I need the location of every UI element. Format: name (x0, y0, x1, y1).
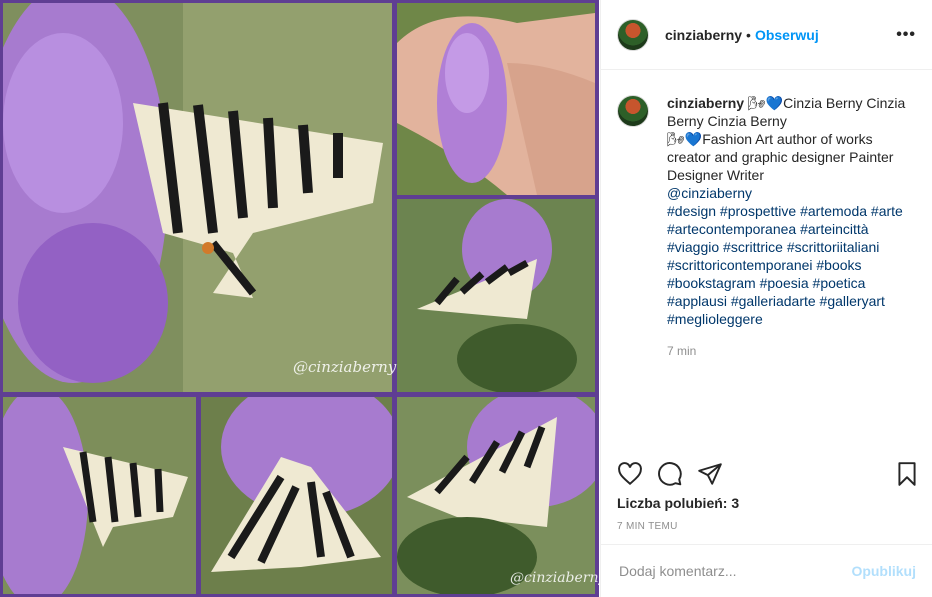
hashtag-line[interactable]: #artecontemporanea #arteincittà (667, 220, 919, 238)
comment-icon[interactable] (657, 461, 683, 487)
photo-lilac-in-hand (397, 3, 595, 195)
hashtag-line[interactable]: #applausi #galleriadarte #galleryart (667, 292, 919, 310)
caption-text-line: Designer Writer (667, 167, 764, 183)
hashtag-line[interactable]: #scrittoricontemporanei #books (667, 256, 919, 274)
bookmark-icon[interactable] (894, 461, 920, 487)
post-image[interactable]: @cinziaberny @cinziaberny (0, 0, 599, 597)
likes-count[interactable]: Liczba polubień: 3 (617, 495, 739, 511)
share-icon[interactable] (697, 461, 723, 487)
separator-dot: • (746, 26, 751, 43)
heart-icon[interactable] (617, 461, 643, 487)
follow-button[interactable]: Obserwuj (755, 27, 819, 43)
username-link[interactable]: cinziaberny (665, 27, 742, 43)
post-side-panel: cinziaberny • Obserwuj ••• cinziaberny 🌬… (600, 0, 932, 597)
avatar[interactable] (617, 95, 649, 127)
watermark: @cinziaberny (510, 570, 599, 586)
post-header: cinziaberny • Obserwuj ••• (601, 0, 932, 70)
post-timestamp: 7 MIN TEMU (617, 521, 678, 532)
photo-butterfly-top (201, 397, 392, 594)
comment-input[interactable] (617, 562, 852, 580)
caption-time: 7 min (667, 344, 697, 358)
hashtag-line[interactable]: #design #prospettive #artemoda #arte (667, 202, 919, 220)
avatar[interactable] (617, 18, 649, 51)
hashtag-line[interactable]: #meglioleggere (667, 310, 919, 328)
caption-text-line: 🌬💙Cinzia Berny Cinzia (747, 95, 906, 111)
caption: cinziaberny 🌬💙Cinzia Berny Cinzia Berny … (617, 94, 920, 360)
photo-butterfly-main (3, 3, 392, 392)
caption-username[interactable]: cinziaberny (667, 95, 744, 111)
mention-link[interactable]: @cinziaberny (667, 184, 919, 202)
hashtag-line[interactable]: #viaggio #scrittrice #scrittoriitaliani (667, 238, 919, 256)
post-comment-button[interactable]: Opublikuj (851, 563, 916, 579)
comment-bar: Opublikuj (601, 544, 932, 597)
photo-butterfly-side (3, 397, 196, 594)
caption-text-line: 🌬💙Fashion Art author of works (667, 131, 873, 147)
action-bar (617, 459, 920, 489)
photo-butterfly-leaf (397, 397, 595, 594)
hashtag-line[interactable]: #bookstagram #poesia #poetica (667, 274, 919, 292)
caption-body: cinziaberny 🌬💙Cinzia Berny Cinzia Berny … (667, 94, 919, 360)
caption-text-line: creator and graphic designer Painter (667, 149, 894, 165)
watermark: @cinziaberny (293, 358, 397, 376)
more-options-icon[interactable]: ••• (896, 26, 916, 44)
caption-text-line: Berny Cinzia Berny (667, 113, 787, 129)
photo-butterfly-on-lilac (397, 199, 595, 392)
